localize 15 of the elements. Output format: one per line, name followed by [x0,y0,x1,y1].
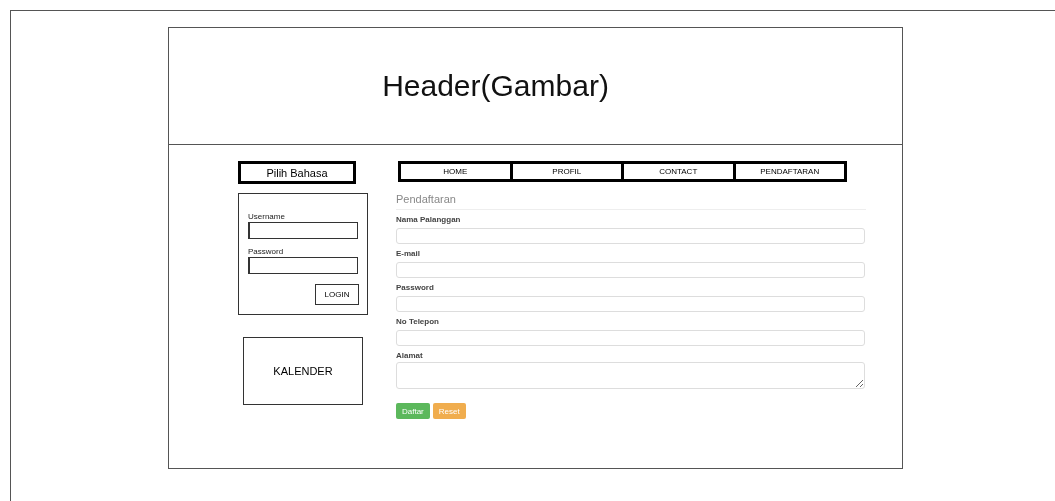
field-label: Username [248,212,286,221]
login-button[interactable]: LOGIN [315,284,359,305]
form-title: Pendaftaran [396,193,866,210]
field-label: Alamat [396,351,424,360]
calendar-label: KALENDER [273,365,333,377]
field-label: No Telepon [396,317,440,326]
field-label: E-mail [396,249,421,258]
header-title: Header(Gambar) [382,69,609,103]
textarea-field[interactable] [396,362,865,389]
language-button[interactable]: Pilih Bahasa [238,161,356,184]
field-label: Nama Palanggan [396,215,462,224]
field-label: Password [396,283,435,292]
input-field[interactable] [248,257,358,274]
input-field[interactable] [248,222,358,239]
field-label: Password [248,247,285,256]
